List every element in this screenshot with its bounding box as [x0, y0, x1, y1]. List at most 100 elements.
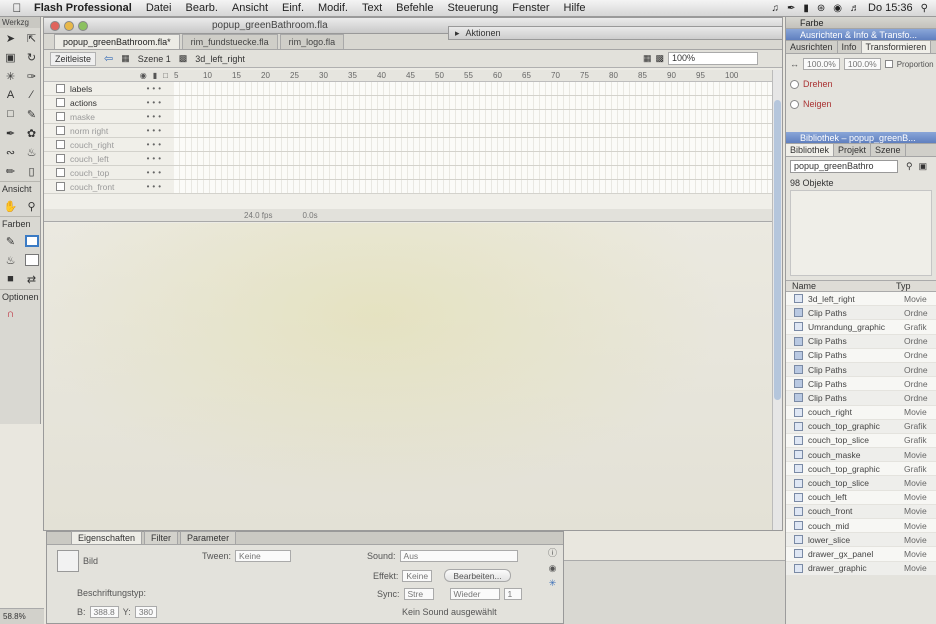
library-row[interactable]: couch_left Movie: [786, 490, 936, 505]
width-field[interactable]: 388.8: [89, 606, 119, 618]
library-row[interactable]: couch_top_slice Movie: [786, 476, 936, 491]
eraser-icon[interactable]: ▯: [22, 162, 41, 180]
doc-tab-fundstuecke[interactable]: rim_fundstuecke.fla: [181, 34, 278, 49]
library-row[interactable]: 3d_left_right Movie: [786, 292, 936, 307]
pen-icon[interactable]: ✑: [22, 67, 41, 85]
tab-szene[interactable]: Szene: [871, 144, 906, 156]
library-row[interactable]: Clip Paths Ordne: [786, 362, 936, 378]
library-row[interactable]: Clip Paths Ordne: [786, 391, 936, 406]
library-row[interactable]: couch_mid Movie: [786, 519, 936, 534]
layer-frames[interactable]: [174, 138, 782, 151]
menu-modifizieren[interactable]: Modif.: [318, 2, 348, 14]
layer-name-cell[interactable]: labels •••: [44, 84, 174, 94]
library-row[interactable]: Clip Paths Ordne: [786, 334, 936, 349]
deco-icon[interactable]: ✿: [22, 124, 41, 142]
library-row[interactable]: couch_top_slice Grafik: [786, 433, 936, 449]
stage-canvas[interactable]: [44, 223, 782, 530]
tab-projekt[interactable]: Projekt: [834, 144, 872, 156]
tab-ausrichten[interactable]: Ausrichten: [786, 41, 838, 53]
layer-frames[interactable]: [174, 152, 782, 165]
layer-row[interactable]: couch_right •••: [44, 138, 782, 152]
symbol-breadcrumb[interactable]: 3d_left_right: [195, 54, 245, 64]
repeat-select[interactable]: Wieder: [449, 588, 500, 600]
edit-scene-icon[interactable]: ▦: [643, 53, 652, 64]
wifi-icon[interactable]: ◉: [833, 3, 842, 14]
layer-name-cell[interactable]: couch_top •••: [44, 168, 174, 178]
scene-breadcrumb[interactable]: Szene 1: [138, 54, 171, 64]
library-row[interactable]: Clip Paths Ordne: [786, 306, 936, 321]
minimize-window-button[interactable]: [64, 20, 74, 31]
pin-icon[interactable]: ⚲: [906, 161, 913, 172]
eyedropper-icon[interactable]: ✏: [1, 162, 20, 180]
y-field[interactable]: 380: [134, 606, 157, 618]
layer-row[interactable]: norm right •••: [44, 124, 782, 138]
stroke-color-swatch[interactable]: [22, 232, 41, 250]
line-icon[interactable]: ∕: [22, 86, 41, 104]
tab-parameter[interactable]: Parameter: [180, 531, 237, 544]
vertical-scrollbar[interactable]: [772, 70, 782, 530]
tab-transformieren[interactable]: Transformieren: [861, 41, 932, 53]
library-row[interactable]: lower_slice Movie: [786, 533, 936, 548]
help-icon[interactable]: ⓘ: [548, 546, 557, 559]
music-icon[interactable]: ♫: [771, 3, 779, 14]
layer-toggles[interactable]: •••: [147, 126, 164, 135]
layer-name-cell[interactable]: couch_front •••: [44, 182, 174, 192]
layer-frames[interactable]: [174, 166, 782, 179]
col-name[interactable]: Name: [786, 281, 896, 291]
scroll-thumb[interactable]: [774, 100, 781, 400]
doc-tab-logo[interactable]: rim_logo.fla: [279, 34, 345, 49]
selection-icon[interactable]: ➤: [1, 29, 20, 47]
layer-name-cell[interactable]: maske •••: [44, 112, 174, 122]
zoom-select[interactable]: 100%: [668, 52, 758, 65]
layer-frames[interactable]: [174, 96, 782, 109]
layer-toggles[interactable]: •••: [147, 140, 164, 149]
tab-info[interactable]: Info: [838, 41, 862, 53]
skew-radio[interactable]: [790, 99, 799, 109]
col-type[interactable]: Typ: [896, 281, 936, 291]
layer-frames[interactable]: [174, 180, 782, 193]
library-row[interactable]: couch_right Movie: [786, 405, 936, 420]
layer-row[interactable]: labels •••: [44, 82, 782, 96]
menu-einfuegen[interactable]: Einf.: [282, 2, 304, 14]
stroke-color-icon[interactable]: ✎: [1, 232, 20, 250]
accessibility-icon[interactable]: ✳: [549, 578, 557, 589]
library-row[interactable]: couch_front Movie: [786, 504, 936, 519]
rectangle-icon[interactable]: □: [1, 105, 20, 123]
edit-symbol-icon[interactable]: ▩: [655, 53, 664, 64]
layer-toggles[interactable]: •••: [147, 154, 164, 163]
layer-row[interactable]: couch_left •••: [44, 152, 782, 166]
library-row[interactable]: couch_maske Movie: [786, 448, 936, 463]
layer-toggles[interactable]: •••: [147, 112, 164, 121]
tab-eigenschaften[interactable]: Eigenschaften: [71, 531, 143, 544]
paint-bucket-icon[interactable]: ♨: [22, 143, 41, 161]
brush-icon[interactable]: ✒: [1, 124, 20, 142]
layer-toggles[interactable]: •••: [147, 182, 164, 191]
subselection-icon[interactable]: ⇱: [22, 29, 41, 47]
edit-effect-button[interactable]: Bearbeiten...: [444, 569, 511, 582]
effect-select[interactable]: Keine: [402, 569, 433, 582]
fill-color-icon[interactable]: ♨: [1, 251, 20, 269]
menu-text[interactable]: Text: [362, 2, 382, 14]
script-icon[interactable]: ✒: [787, 3, 795, 14]
library-row[interactable]: Clip Paths Ordne: [786, 377, 936, 392]
doc-tab-popup[interactable]: popup_greenBathroom.fla*: [54, 34, 180, 49]
zoom-icon[interactable]: ⚲: [22, 197, 41, 215]
new-library-icon[interactable]: ▣: [919, 161, 928, 172]
repeat-count-field[interactable]: 1: [503, 588, 522, 600]
layer-toggles[interactable]: •••: [147, 84, 164, 93]
snap-magnet-icon[interactable]: ∩: [1, 305, 20, 323]
eye-icon[interactable]: ◉: [140, 71, 147, 80]
menu-fenster[interactable]: Fenster: [512, 2, 549, 14]
tween-select[interactable]: Keine: [235, 550, 292, 562]
menu-datei[interactable]: Datei: [146, 2, 172, 14]
library-row[interactable]: drawer_gx_panel Movie: [786, 547, 936, 562]
layer-toggles[interactable]: •••: [147, 168, 164, 177]
layer-frames[interactable]: [174, 110, 782, 123]
back-arrow-icon[interactable]: ⇦: [104, 52, 113, 65]
layer-row[interactable]: couch_front •••: [44, 180, 782, 194]
frame-ruler[interactable]: 5 10 15 20 25 30 35 40 45 50 55 60 65 70 75 80 85 90 95 100: [174, 71, 782, 80]
lock-icon[interactable]: ▮: [153, 71, 157, 80]
library-row[interactable]: couch_top_graphic Grafik: [786, 462, 936, 477]
spotlight-icon[interactable]: ⚲: [921, 3, 928, 14]
outline-icon[interactable]: □: [163, 71, 168, 80]
